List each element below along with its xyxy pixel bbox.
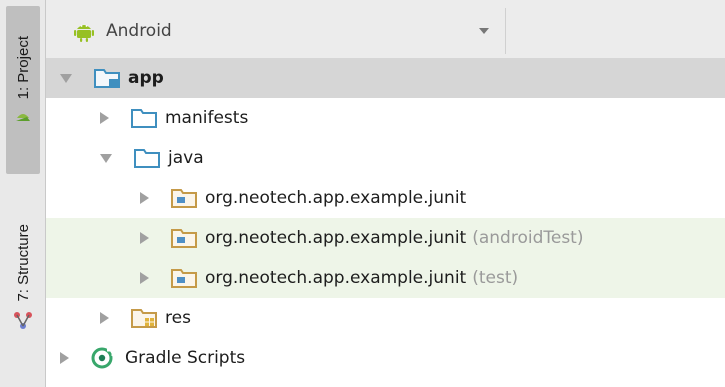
expand-arrow-icon[interactable] [60,73,72,83]
tree-node-package[interactable]: org.neotech.app.example.junit [46,178,725,218]
expand-arrow-icon[interactable] [140,232,149,244]
resource-folder-icon [131,309,157,328]
project-tab-label: 1: Project [14,36,32,100]
tree-label-res: res [165,308,191,328]
structure-tool-tab[interactable]: 7: Structure [6,216,40,366]
module-folder-icon [94,69,120,88]
android-icon [74,25,94,42]
expand-arrow-icon[interactable] [100,112,109,124]
expand-arrow-icon[interactable] [100,312,109,324]
package-folder-icon [171,269,197,288]
project-tool-tab[interactable]: 1: Project [6,6,40,174]
expand-arrow-icon[interactable] [100,153,112,163]
tree-label-gradle-scripts: Gradle Scripts [125,348,246,368]
package-folder-icon [171,229,197,248]
tree-label-package: org.neotech.app.example.junit [205,228,467,248]
expand-arrow-icon[interactable] [140,272,149,284]
tree-label-manifests: manifests [165,108,249,128]
folder-icon [131,109,157,128]
tree-node-res[interactable]: res [46,298,725,338]
project-view-header: Android [46,0,725,62]
source-set-suffix: (androidTest) [472,228,584,248]
package-folder-icon [171,189,197,208]
view-mode-dropdown[interactable]: Android [64,8,506,54]
project-tree: app manifests java org.neotech.app.examp… [46,58,725,387]
view-mode-label: Android [106,21,172,41]
tool-window-strip: 1: Project 7: Structure [0,0,46,387]
tree-label-app: app [128,68,164,88]
tree-node-app[interactable]: app [46,58,725,98]
expand-arrow-icon[interactable] [60,352,69,364]
folder-icon [134,149,160,168]
gradle-icon [91,347,115,369]
tree-label-package: org.neotech.app.example.junit [205,268,467,288]
android-project-icon [16,114,30,122]
tree-node-package-androidtest[interactable]: org.neotech.app.example.junit (androidTe… [46,218,725,258]
tree-node-java[interactable]: java [46,138,725,178]
structure-icon [14,311,32,329]
tree-node-gradle-scripts[interactable]: Gradle Scripts [46,338,725,378]
chevron-down-icon [479,28,489,34]
tree-label-package: org.neotech.app.example.junit [205,188,467,208]
expand-arrow-icon[interactable] [140,192,149,204]
source-set-suffix: (test) [472,268,519,288]
tree-node-package-test[interactable]: org.neotech.app.example.junit (test) [46,258,725,298]
structure-tab-label: 7: Structure [14,224,32,302]
tree-label-java: java [168,148,204,168]
tree-node-manifests[interactable]: manifests [46,98,725,138]
